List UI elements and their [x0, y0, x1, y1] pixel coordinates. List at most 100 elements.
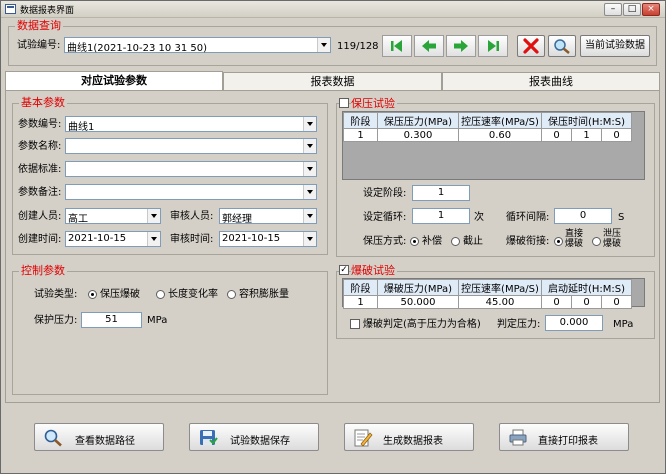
protect-pressure-input[interactable]: 51 [81, 312, 142, 328]
save-disk-icon [200, 430, 218, 445]
remark-select[interactable] [65, 184, 317, 200]
last-record-button[interactable] [478, 35, 508, 57]
edit-document-icon [354, 429, 373, 447]
hold-cell-stage[interactable]: 1 [343, 128, 378, 142]
set-stage-label: 设定阶段: [363, 188, 407, 199]
judge-pressure-unit: MPa [613, 319, 634, 330]
hold-test-label: 保压试验 [351, 97, 397, 110]
burst-link-direct-label: 直接 爆破 [565, 229, 584, 249]
type-radio-volume[interactable] [227, 290, 236, 299]
chevron-down-icon[interactable] [303, 139, 316, 153]
chevron-down-icon[interactable] [303, 162, 316, 176]
maximize-button[interactable]: □ [623, 3, 641, 16]
param-name-select[interactable] [65, 138, 317, 154]
tab-params[interactable]: 对应试验参数 [5, 71, 223, 91]
type-hold-burst-label: 保压爆破 [100, 289, 140, 300]
burst-cell-h[interactable]: 0 [541, 295, 572, 309]
reviewer-value: 郭经理 [222, 214, 252, 225]
hold-cell-h[interactable]: 0 [541, 128, 572, 142]
hold-col-time: 保压时间(H:M:S) [541, 112, 632, 129]
review-time-value: 2021-10-15 [222, 233, 281, 244]
arrow-right-icon [454, 40, 468, 52]
cycle-interval-label: 循环间隔: [506, 212, 550, 223]
creator-value: 高工 [68, 214, 88, 225]
minimize-button[interactable]: – [604, 3, 622, 16]
close-window-button[interactable]: × [642, 3, 660, 16]
hold-cell-s[interactable]: 0 [601, 128, 632, 142]
judge-pressure-label: 判定压力: [497, 319, 541, 330]
chevron-down-icon[interactable] [147, 232, 160, 246]
chevron-down-icon[interactable] [303, 232, 316, 246]
burst-cell-stage[interactable]: 1 [343, 295, 378, 309]
table-row[interactable]: 1 0.300 0.60 0 1 0 [343, 128, 632, 142]
param-no-value: 曲线1 [68, 122, 95, 133]
print-report-button[interactable]: 直接打印报表 [499, 423, 629, 451]
generate-report-button[interactable]: 生成数据报表 [344, 423, 474, 451]
table-row[interactable]: 1 50.000 45.00 0 0 0 [343, 295, 632, 309]
burst-col-pressure: 爆破压力(MPa) [377, 279, 459, 296]
burst-test-label: 爆破试验 [351, 264, 397, 277]
basic-params-label: 基本参数 [19, 96, 67, 109]
create-time-label: 创建时间: [18, 234, 62, 245]
hold-table: 阶段 保压压力(MPa) 控压速率(MPa/S) 保压时间(H:M:S) 1 0… [343, 112, 632, 142]
cycle-interval-input[interactable]: 0 [554, 208, 612, 224]
view-path-button[interactable]: 查看数据路径 [34, 423, 164, 451]
tab-report-curve[interactable]: 报表曲线 [442, 72, 660, 90]
burst-cell-pressure[interactable]: 50.000 [377, 295, 459, 309]
review-time-picker[interactable]: 2021-10-15 [219, 231, 317, 247]
hold-col-pressure: 保压压力(MPa) [377, 112, 459, 129]
creator-label: 创建人员: [18, 211, 62, 222]
current-data-button[interactable]: 当前试验数据 [580, 35, 650, 57]
save-data-button[interactable]: 试验数据保存 [189, 423, 319, 451]
param-no-select[interactable]: 曲线1 [65, 116, 317, 133]
protect-pressure-unit: MPa [147, 315, 168, 326]
prev-record-button[interactable] [414, 35, 444, 57]
type-radio-hold-burst[interactable] [88, 290, 97, 299]
test-no-label: 试验编号: [17, 40, 61, 51]
mode-radio-compensate[interactable] [410, 237, 419, 246]
hold-cell-rate[interactable]: 0.60 [458, 128, 542, 142]
next-record-button[interactable] [446, 35, 476, 57]
window-title: 数据报表界面 [20, 6, 75, 16]
chevron-down-icon[interactable] [317, 38, 330, 52]
test-type-label: 试验类型: [34, 289, 78, 300]
chevron-down-icon[interactable] [147, 209, 160, 223]
search-button[interactable] [548, 35, 576, 57]
hold-cell-m[interactable]: 1 [571, 128, 602, 142]
burst-cell-s[interactable]: 0 [601, 295, 632, 309]
hold-test-checkbox[interactable] [339, 98, 349, 108]
burst-link-radio-release[interactable] [592, 237, 601, 246]
burst-test-checkbox[interactable]: ✓ [339, 265, 349, 275]
hold-table-header: 阶段 保压压力(MPa) 控压速率(MPa/S) 保压时间(H:M:S) [343, 112, 632, 129]
query-group-label: 数据查询 [15, 19, 63, 32]
app-icon [5, 4, 16, 14]
generate-report-label: 生成数据报表 [383, 436, 443, 447]
type-radio-length[interactable] [156, 290, 165, 299]
mode-cutoff-label: 截止 [463, 236, 483, 247]
burst-cell-rate[interactable]: 45.00 [458, 295, 542, 309]
burst-judge-checkbox[interactable] [350, 319, 360, 329]
basis-select[interactable] [65, 161, 317, 177]
mode-radio-cutoff[interactable] [451, 237, 460, 246]
judge-pressure-input[interactable]: 0.000 [545, 315, 603, 331]
chevron-down-icon[interactable] [303, 209, 316, 223]
control-params-label: 控制参数 [19, 264, 67, 277]
cycle-interval-unit: S [618, 212, 625, 223]
search-icon [44, 429, 62, 447]
chevron-down-icon[interactable] [303, 117, 316, 131]
tab-report-data[interactable]: 报表数据 [223, 72, 442, 90]
burst-cell-m[interactable]: 0 [571, 295, 602, 309]
creator-select[interactable]: 高工 [65, 208, 161, 225]
hold-cell-pressure[interactable]: 0.300 [377, 128, 459, 142]
last-record-icon [488, 40, 499, 52]
set-cycle-input[interactable]: 1 [412, 208, 470, 224]
delete-button[interactable] [517, 35, 545, 57]
first-record-button[interactable] [382, 35, 412, 57]
set-stage-input[interactable]: 1 [412, 185, 470, 201]
search-icon [554, 39, 570, 54]
reviewer-select[interactable]: 郭经理 [219, 208, 317, 225]
burst-link-radio-direct[interactable] [554, 237, 563, 246]
test-no-select[interactable]: 曲线1(2021-10-23 10 31 50) [64, 37, 331, 54]
create-time-picker[interactable]: 2021-10-15 [65, 231, 161, 247]
chevron-down-icon[interactable] [303, 185, 316, 199]
